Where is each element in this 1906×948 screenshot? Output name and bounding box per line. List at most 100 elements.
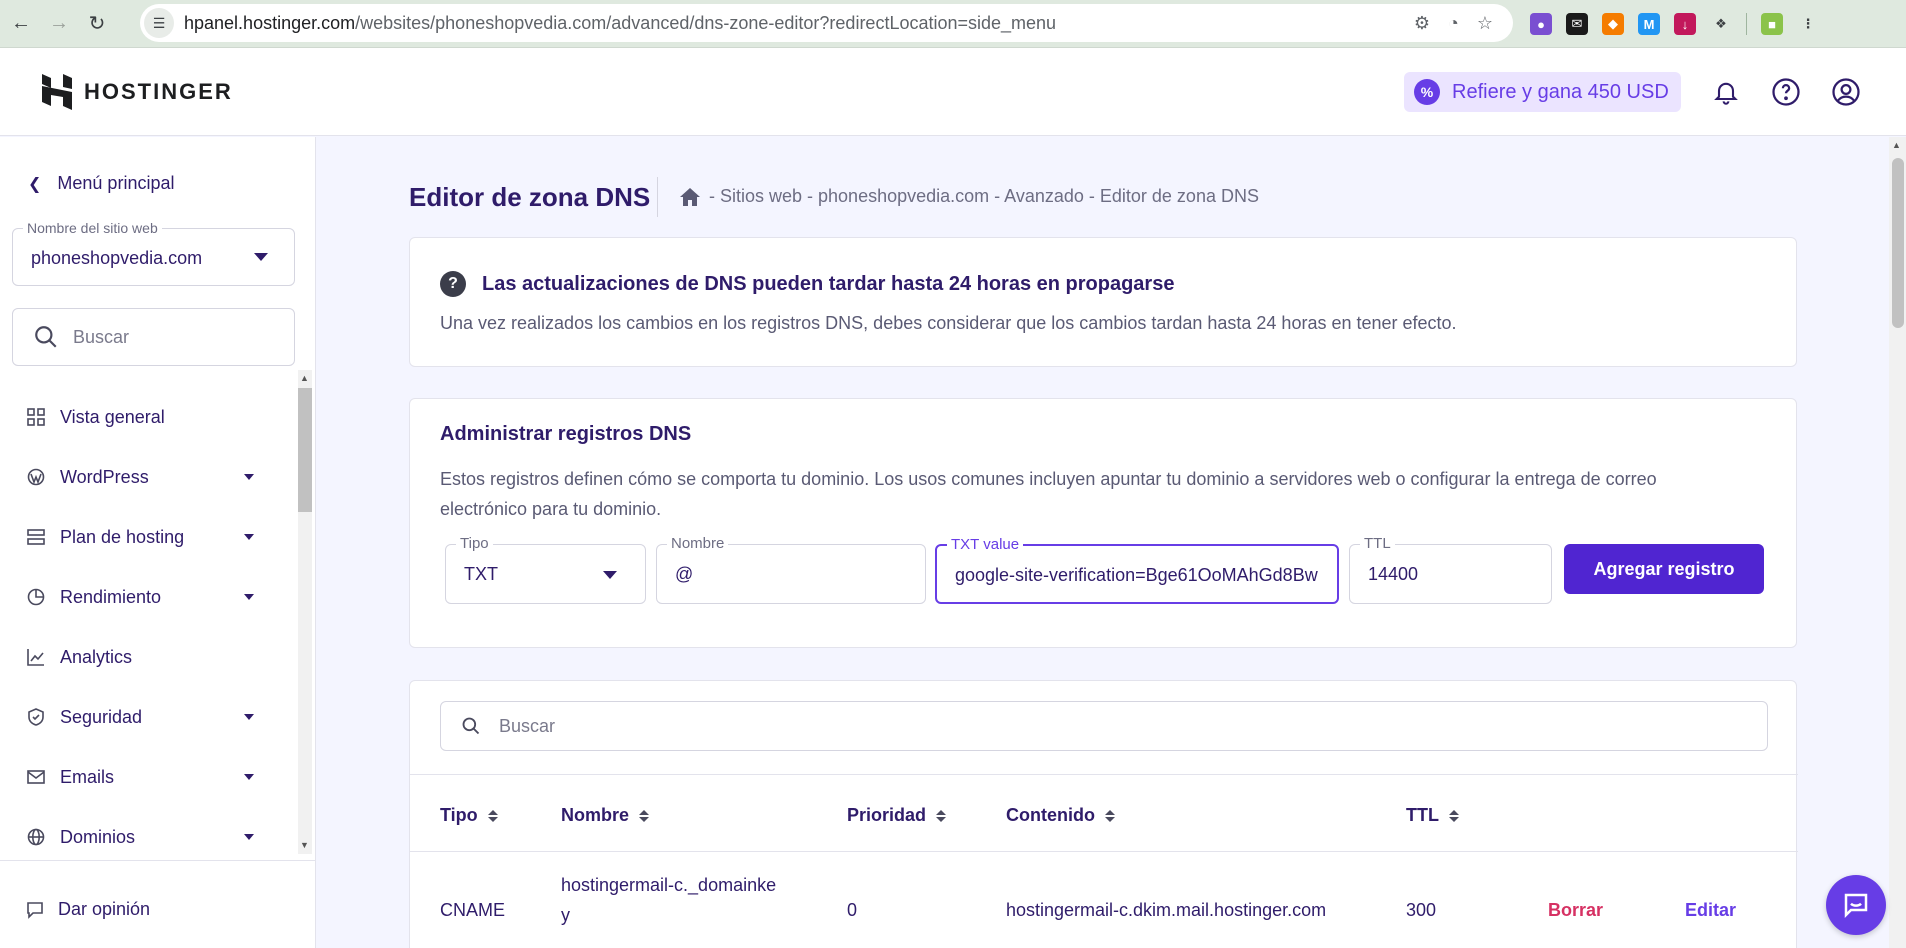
mail-icon — [26, 767, 46, 787]
sidebar-item-emails[interactable]: Emails — [0, 747, 296, 807]
chevron-down-icon — [244, 774, 254, 780]
extension-orange-icon[interactable]: ◆ — [1602, 13, 1624, 35]
record-type-value: TXT — [464, 564, 498, 584]
cell-tipo: CNAME — [440, 900, 506, 920]
cell-nombre-line: hostingermail-c._domainke — [561, 875, 777, 895]
record-type-label: Tipo — [456, 535, 493, 552]
chat-icon — [1844, 893, 1868, 919]
chevron-down-icon — [244, 714, 254, 720]
search-icon — [462, 717, 480, 735]
hostinger-logo-icon — [42, 74, 72, 110]
page-scrollbar-thumb[interactable] — [1892, 158, 1904, 328]
browser-menu-icon[interactable]: ⋮ — [1797, 13, 1819, 35]
ttl-field[interactable]: TTL 14400 — [1349, 535, 1552, 604]
sidebar-item-wordpress[interactable]: WordPress — [0, 447, 296, 507]
chevron-down-icon — [244, 834, 254, 840]
scroll-down-arrow-icon[interactable]: ▼ — [300, 840, 309, 850]
txt-value-field[interactable]: TXT value google-site-verification=Bge61… — [935, 536, 1339, 604]
add-record-button[interactable]: Agregar registro — [1564, 544, 1764, 594]
sort-icon — [639, 809, 650, 822]
record-name-field[interactable]: Nombre @ — [656, 535, 926, 604]
address-bar[interactable]: ☰ hpanel.hostinger.com/websites/phonesho… — [140, 4, 1513, 42]
sort-icon — [1449, 809, 1459, 822]
main-menu-link[interactable]: ❮ Menú principal — [28, 173, 174, 194]
column-header-ttl[interactable]: TTL — [1406, 805, 1459, 826]
sidebar-item-plan-de-hosting[interactable]: Plan de hosting — [0, 507, 296, 567]
account-icon[interactable] — [1830, 76, 1862, 108]
refer-label: Refiere y gana 450 USD — [1452, 80, 1669, 103]
breadcrumb: - Sitios web - phoneshopvedia.com - Avan… — [679, 186, 1259, 207]
main-menu-label: Menú principal — [57, 173, 175, 193]
edit-record-button[interactable]: Editar — [1685, 900, 1736, 921]
sidebar-item-vista-general[interactable]: Vista general — [0, 387, 296, 447]
extension-mail-icon[interactable]: ✉ — [1566, 13, 1588, 35]
sort-icon — [487, 809, 498, 822]
sidebar-item-analytics[interactable]: Analytics — [0, 627, 296, 687]
extension-m-icon[interactable]: M — [1638, 13, 1660, 35]
sidebar-item-label: Dominios — [60, 826, 136, 847]
extensions-puzzle-icon[interactable]: ❖ — [1710, 13, 1732, 35]
sort-icon — [1104, 809, 1115, 822]
column-header-tipo[interactable]: Tipo — [440, 805, 498, 826]
site-select-value: phoneshopvedia.com — [31, 248, 203, 268]
ttl-label: TTL — [1360, 535, 1395, 552]
breadcrumb-path[interactable]: - Sitios web - phoneshopvedia.com - Avan… — [709, 186, 1259, 207]
profile-icon[interactable]: ■ — [1761, 13, 1783, 35]
bookmark-star-icon[interactable]: ☆ — [1477, 13, 1493, 34]
hostinger-logo[interactable]: HOSTINGER — [40, 72, 233, 112]
refer-earn-button[interactable]: % Refiere y gana 450 USD — [1404, 72, 1681, 112]
sidebar-item-dominios[interactable]: Dominios — [0, 807, 296, 867]
site-select-label: Nombre del sitio web — [23, 220, 162, 236]
browser-toolbar: ← → ↻ ☰ hpanel.hostinger.com/websites/ph… — [0, 0, 1906, 48]
reload-icon[interactable]: ↻ — [80, 7, 114, 41]
manage-heading: Administrar registros DNS — [440, 423, 692, 445]
delete-record-button[interactable]: Borrar — [1548, 900, 1603, 921]
sidebar-item-rendimiento[interactable]: Rendimiento — [0, 567, 296, 627]
forward-arrow-icon[interactable]: → — [42, 7, 76, 41]
search-icon — [35, 326, 57, 348]
sidebar-item-label: Analytics — [60, 646, 133, 667]
column-header-nombre[interactable]: Nombre — [561, 805, 650, 826]
manage-description: Estos registros definen cómo se comporta… — [440, 469, 1657, 519]
question-icon: ? — [440, 271, 466, 297]
sidebar-search-input[interactable] — [73, 326, 273, 348]
record-type-select[interactable]: Tipo TXT — [445, 535, 646, 604]
home-icon[interactable] — [679, 187, 701, 207]
sidebar-menu: Vista general WordPress Plan de hosting … — [0, 387, 296, 867]
extension-colorful-icon[interactable]: ● — [1530, 13, 1552, 35]
toolbar-divider — [1746, 13, 1747, 35]
sidebar-divider — [0, 860, 316, 861]
chat-support-button[interactable] — [1826, 875, 1886, 935]
column-header-prioridad[interactable]: Prioridad — [847, 805, 947, 826]
chevron-down-icon — [244, 474, 254, 480]
column-header-label: Prioridad — [847, 805, 927, 825]
scroll-up-arrow-icon[interactable]: ▲ — [300, 373, 309, 383]
translate-icon[interactable]: ⚙ — [1414, 13, 1430, 34]
back-arrow-icon[interactable]: ← — [4, 7, 38, 41]
sidebar-item-seguridad[interactable]: Seguridad — [0, 687, 296, 747]
url-text[interactable]: hpanel.hostinger.com/websites/phoneshopv… — [184, 13, 1056, 34]
manage-dns-records-card: Administrar registros DNS Estos registro… — [409, 398, 1797, 648]
help-icon[interactable] — [1770, 76, 1802, 108]
site-name-select[interactable]: Nombre del sitio web phoneshopvedia.com — [12, 220, 295, 286]
site-info-icon[interactable]: ☰ — [144, 8, 174, 38]
scroll-up-arrow-icon[interactable]: ▲ — [1892, 140, 1901, 150]
bell-icon[interactable] — [1710, 76, 1742, 108]
main-content: Editor de zona DNS - Sitios web - phones… — [317, 137, 1889, 948]
extension-download-icon[interactable]: ↓ — [1674, 13, 1696, 35]
notice-heading: Las actualizaciones de DNS pueden tardar… — [482, 273, 1175, 295]
sidebar-search[interactable] — [12, 308, 295, 366]
app-header: HOSTINGER % Refiere y gana 450 USD — [0, 48, 1906, 136]
grid-icon — [26, 407, 46, 427]
sidebar-item-label: Seguridad — [60, 706, 143, 727]
feedback-label: Dar opinión — [58, 899, 151, 919]
table-search-input[interactable] — [499, 715, 1099, 737]
sidebar-scrollbar-thumb[interactable] — [298, 388, 312, 512]
column-header-contenido[interactable]: Contenido — [1006, 805, 1115, 826]
table-search[interactable] — [440, 701, 1768, 751]
column-header-label: Contenido — [1006, 805, 1095, 825]
url-path: /websites/phoneshopvedia.com/advanced/dn… — [355, 12, 1057, 33]
feedback-link[interactable]: Dar opinión — [26, 899, 150, 920]
wordpress-icon — [26, 467, 46, 487]
performance-icon[interactable]: ◔ — [1448, 13, 1459, 34]
